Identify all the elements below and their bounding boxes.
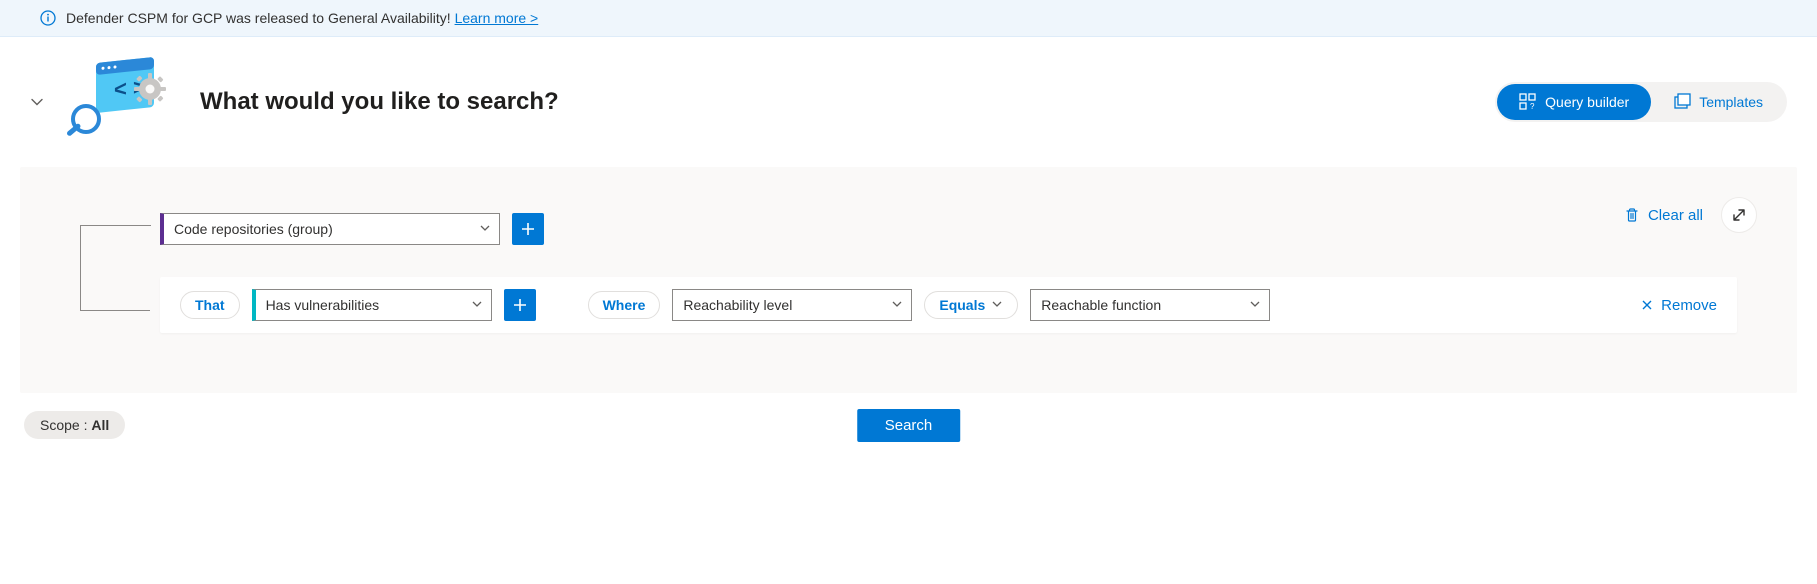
property-dropdown[interactable]: Reachability level xyxy=(672,289,912,321)
scope-value: All xyxy=(91,417,109,433)
info-banner: Defender CSPM for GCP was released to Ge… xyxy=(0,0,1817,37)
close-icon xyxy=(1641,299,1653,311)
plus-icon xyxy=(513,298,527,312)
query-builder-area: Clear all Code repositories (group) xyxy=(20,167,1797,393)
templates-icon xyxy=(1673,93,1691,111)
remove-label: Remove xyxy=(1661,297,1717,314)
condition-dropdown[interactable]: Has vulnerabilities xyxy=(252,289,492,321)
query-row-condition: That Has vulnerabilities Where Reachabil… xyxy=(160,277,1737,333)
chevron-down-icon xyxy=(891,297,903,313)
scope-label: Scope : xyxy=(40,417,91,433)
search-illustration: < > xyxy=(62,57,182,147)
footer-row: Scope : All Search xyxy=(0,393,1817,457)
banner-learn-more-link[interactable]: Learn more > xyxy=(455,10,539,26)
add-resource-button[interactable] xyxy=(512,213,544,245)
remove-condition-button[interactable]: Remove xyxy=(1641,297,1717,314)
that-label: That xyxy=(195,297,225,313)
property-value: Reachability level xyxy=(683,297,792,313)
query-builder-icon: ? xyxy=(1519,93,1537,111)
svg-text:?: ? xyxy=(1530,102,1535,111)
query-builder-tab-label: Query builder xyxy=(1545,94,1629,110)
chevron-down-icon xyxy=(991,297,1003,313)
banner-text: Defender CSPM for GCP was released to Ge… xyxy=(66,10,538,26)
plus-icon xyxy=(521,222,535,236)
condition-value: Has vulnerabilities xyxy=(266,297,380,313)
view-toggle: ? Query builder Templates xyxy=(1495,82,1787,122)
info-icon xyxy=(40,10,56,26)
that-pill: That xyxy=(180,291,240,319)
search-button[interactable]: Search xyxy=(857,409,961,442)
banner-message: Defender CSPM for GCP was released to Ge… xyxy=(66,10,455,26)
chevron-down-icon xyxy=(479,221,491,237)
templates-tab-label: Templates xyxy=(1699,94,1763,110)
where-label: Where xyxy=(603,297,646,313)
query-tree: Code repositories (group) That Has vulne… xyxy=(80,207,1737,333)
equals-pill[interactable]: Equals xyxy=(924,291,1018,319)
query-row-resource: Code repositories (group) xyxy=(160,207,1737,251)
add-condition-button[interactable] xyxy=(504,289,536,321)
scope-pill[interactable]: Scope : All xyxy=(24,411,125,439)
resource-type-dropdown[interactable]: Code repositories (group) xyxy=(160,213,500,245)
query-builder-tab[interactable]: ? Query builder xyxy=(1497,84,1651,120)
equals-label: Equals xyxy=(939,297,985,313)
chevron-down-icon[interactable] xyxy=(30,95,44,109)
templates-tab[interactable]: Templates xyxy=(1651,84,1785,120)
value-dropdown-value: Reachable function xyxy=(1041,297,1161,313)
page-title: What would you like to search? xyxy=(200,88,1477,116)
chevron-down-icon xyxy=(471,297,483,313)
value-dropdown[interactable]: Reachable function xyxy=(1030,289,1270,321)
resource-type-value: Code repositories (group) xyxy=(174,221,333,237)
tree-connector xyxy=(80,225,150,311)
chevron-down-icon xyxy=(1249,297,1261,313)
header-row: < > xyxy=(0,37,1817,167)
where-pill: Where xyxy=(588,291,661,319)
